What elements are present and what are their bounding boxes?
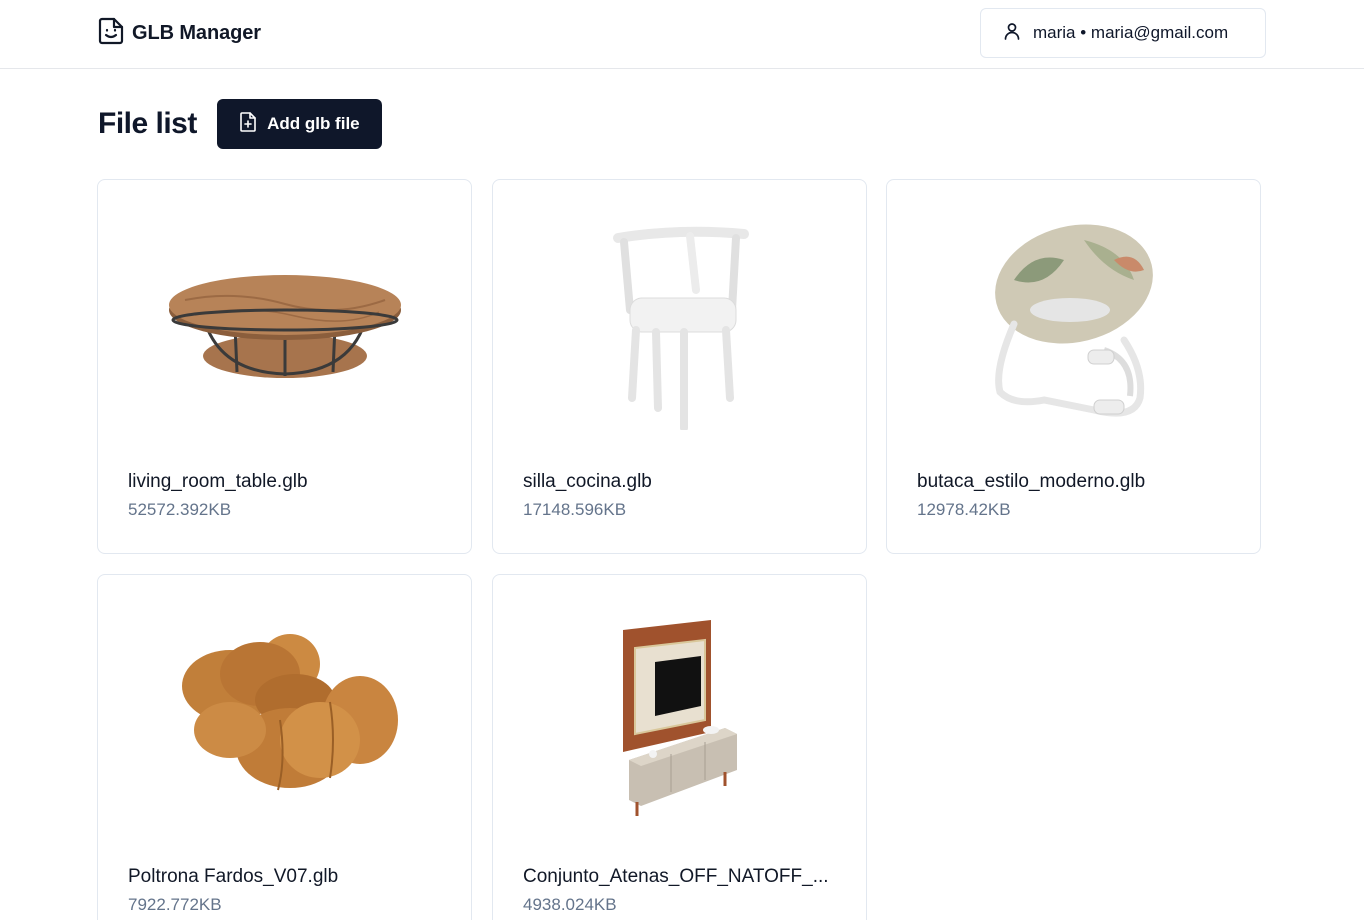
white-chair-preview-image xyxy=(612,226,749,430)
file-card[interactable]: living_room_table.glb 52572.392KB xyxy=(97,179,472,554)
top-navbar: GLB Manager maria • maria@gmail.com xyxy=(0,0,1364,69)
file-preview xyxy=(887,180,1260,470)
file-size: 4938.024KB xyxy=(523,895,617,914)
file-size: 52572.392KB xyxy=(128,500,232,519)
file-name: butaca_estilo_moderno.glb xyxy=(917,471,1146,492)
coffee-table-preview-image xyxy=(168,275,401,378)
file-preview xyxy=(98,575,471,865)
file-size: 12978.42KB xyxy=(917,500,1011,519)
user-icon xyxy=(1003,22,1021,45)
file-preview xyxy=(493,575,866,865)
file-name: living_room_table.glb xyxy=(128,471,308,492)
file-name: Conjunto_Atenas_OFF_NATOFF_... xyxy=(523,866,829,887)
file-preview xyxy=(98,180,471,470)
app-logo-link[interactable]: GLB Manager xyxy=(98,17,261,50)
file-card[interactable]: Conjunto_Atenas_OFF_NATOFF_... 4938.024K… xyxy=(492,574,867,920)
file-preview xyxy=(493,180,866,470)
app-name: GLB Manager xyxy=(132,21,261,44)
page-heading: File list Add glb file xyxy=(98,99,382,149)
file-smile-icon xyxy=(98,17,124,50)
file-size: 7922.772KB xyxy=(128,895,222,914)
user-menu-button[interactable]: maria • maria@gmail.com xyxy=(980,8,1266,58)
file-name: Poltrona Fardos_V07.glb xyxy=(128,866,339,887)
leather-chair-preview-image xyxy=(181,634,398,791)
tv-furniture-preview-image xyxy=(622,620,737,816)
file-card[interactable]: silla_cocina.glb 17148.596KB xyxy=(492,179,867,554)
file-card[interactable]: Poltrona Fardos_V07.glb 7922.772KB xyxy=(97,574,472,920)
file-card[interactable]: butaca_estilo_moderno.glb 12978.42KB xyxy=(886,179,1261,554)
add-button-label: Add glb file xyxy=(267,114,360,133)
page-title: File list xyxy=(98,107,197,140)
user-label: maria • maria@gmail.com xyxy=(1033,23,1229,42)
file-plus-icon xyxy=(239,111,257,137)
file-size: 17148.596KB xyxy=(523,500,627,519)
floral-armchair-preview-image xyxy=(994,224,1153,417)
file-name: silla_cocina.glb xyxy=(523,471,652,492)
add-glb-file-button[interactable]: Add glb file xyxy=(216,99,382,149)
